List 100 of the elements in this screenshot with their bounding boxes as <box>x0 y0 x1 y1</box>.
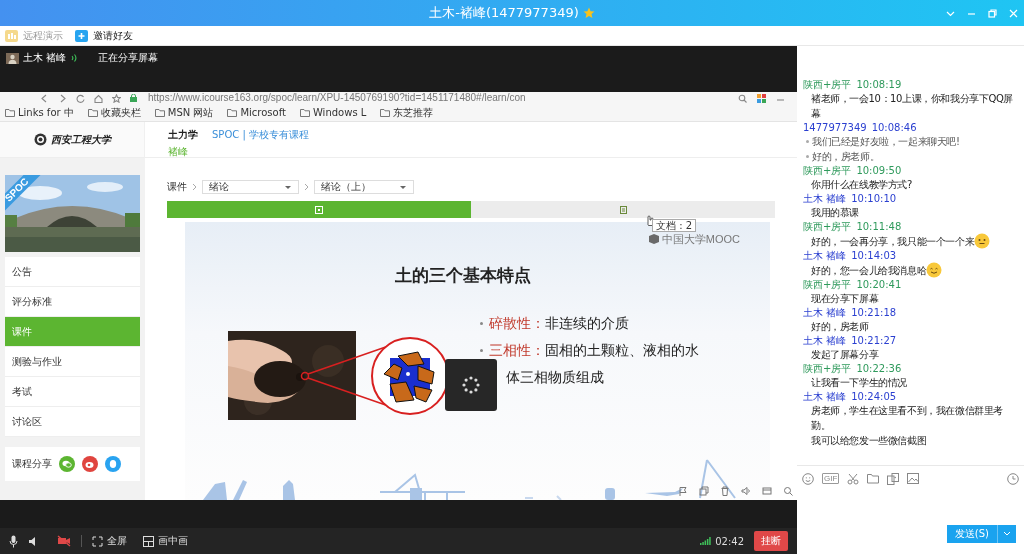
folder-icon[interactable] <box>867 473 880 484</box>
clock-icon[interactable] <box>1007 472 1019 485</box>
bullet-icon <box>480 322 483 325</box>
dot-icon <box>806 155 809 158</box>
message-time: 10:24:05 <box>851 390 897 403</box>
message-text: 发起了屏幕分享 <box>811 348 879 362</box>
dot-icon <box>806 140 809 143</box>
message-time: 10:21:27 <box>851 334 897 347</box>
qq-icon[interactable] <box>105 456 121 472</box>
document-icon <box>619 205 627 214</box>
sender-name: 陕西+房平 <box>803 164 852 177</box>
lock-icon <box>130 94 137 102</box>
caret-icon <box>1003 531 1011 537</box>
folder-icon <box>154 108 165 117</box>
sidebar-item[interactable]: 讨论区 <box>5 407 140 437</box>
mooc-brand: 中国大学MOOC <box>661 232 740 246</box>
sidebar-item[interactable]: 评分标准 <box>5 287 140 317</box>
bookmark[interactable]: Links for 中 <box>5 105 74 120</box>
gif-button[interactable]: GIF <box>822 473 840 484</box>
fullscreen-button[interactable]: 全屏 <box>92 534 127 548</box>
folder-icon <box>5 108 15 117</box>
breadcrumb-label: 课件 <box>167 180 187 194</box>
message-time: 10:11:48 <box>856 220 902 233</box>
message-text: 好的，一会再分享，我只能一个一个来 <box>811 234 975 249</box>
bookmark[interactable]: 收藏夹栏 <box>87 105 141 120</box>
call-duration: 02:42 <box>715 535 744 547</box>
refresh-icon[interactable] <box>76 93 85 103</box>
sender-name: 土木 褚峰 <box>803 390 847 403</box>
close-icon[interactable] <box>1008 7 1019 19</box>
chapter-dropdown[interactable]: 绪论 <box>202 180 299 194</box>
message-text: 褚老师，一会10：10上课，你和我分享下QQ屏幕 <box>811 92 1014 121</box>
bookmark[interactable]: Windows L <box>299 107 367 118</box>
search-icon[interactable] <box>783 486 793 497</box>
message-text: 我用的慕课 <box>811 206 859 220</box>
signal-icon <box>700 537 712 545</box>
message-text: 让我看一下学生的情况 <box>811 376 907 390</box>
restore-icon[interactable] <box>987 7 998 19</box>
plus-icon <box>75 29 88 42</box>
message-time: 10:09:50 <box>856 164 902 177</box>
sidebar-item[interactable]: 考试 <box>5 377 140 407</box>
bullet-text: 体三相物质组成 <box>506 368 604 387</box>
folder-icon <box>299 108 310 117</box>
mooc-logo-icon <box>648 234 659 244</box>
apps-icon[interactable] <box>757 93 766 103</box>
sender-name: 陕西+房平 <box>803 220 852 233</box>
emblem-icon <box>33 133 47 146</box>
course-type-link[interactable]: SPOC | 学校专有课程 <box>212 128 309 142</box>
bookmark[interactable]: Microsoft <box>227 107 286 118</box>
wechat-icon[interactable] <box>59 456 75 472</box>
sidebar-item[interactable]: 公告 <box>5 257 140 287</box>
chevron-right-icon <box>192 183 197 191</box>
picture-in-picture-button[interactable]: 画中画 <box>143 534 188 548</box>
message-time: 10:08:19 <box>856 78 902 91</box>
avatar-icon <box>6 52 19 64</box>
message-text: 房老师，学生在这里看不到，我在微信群里考勤。 <box>811 404 1004 433</box>
sender-name: 土木 褚峰 <box>803 306 847 319</box>
copy-icon[interactable] <box>699 486 709 497</box>
folder-icon <box>227 108 238 117</box>
weibo-icon[interactable] <box>82 456 98 472</box>
message-text: 好的，您一会儿给我消息哈 <box>811 263 927 278</box>
bookmark[interactable]: MSN 网站 <box>154 105 214 120</box>
flag-icon[interactable] <box>678 486 688 497</box>
chevron-right-icon <box>304 183 309 191</box>
sender-name: 土木 褚峰 <box>803 192 847 205</box>
caret-icon <box>399 184 407 190</box>
sender-name: 陕西+房平 <box>803 278 852 291</box>
bullet-text: 三相性：固相的土颗粒、液相的水 <box>489 341 699 360</box>
caret-icon <box>284 184 292 190</box>
trash-icon[interactable] <box>720 486 730 497</box>
home-icon[interactable] <box>94 93 103 103</box>
volume-icon[interactable] <box>741 486 751 497</box>
message-text: 现在分享下屏幕 <box>811 292 879 306</box>
sender-name: 陕西+房平 <box>803 362 852 375</box>
expand-icon <box>92 535 103 547</box>
forward-icon[interactable] <box>58 93 67 103</box>
url-text: https://www.icourse163.org/spoc/learn/XPU-1450769190?tid=1451171480#/learn/con <box>148 92 526 104</box>
search-icon[interactable] <box>738 93 747 103</box>
notice-text: 我们已经是好友啦，一起来聊天吧! <box>812 135 960 149</box>
sidebar-item[interactable]: 测验与作业 <box>5 347 140 377</box>
folder-icon <box>380 108 391 117</box>
scissors-icon[interactable] <box>847 472 860 485</box>
back-icon[interactable] <box>40 93 49 103</box>
teacher-name: 褚峰 <box>168 145 189 159</box>
star-outline-icon[interactable] <box>112 93 121 103</box>
spinner-icon <box>461 375 481 395</box>
bookmark[interactable]: 东芝推荐 <box>380 105 434 120</box>
image-icon[interactable] <box>907 473 920 484</box>
tooltip: 文档 : 2 <box>652 219 697 232</box>
toolbar-button[interactable]: 邀请好友 <box>75 28 133 43</box>
sender-name: 1477977349 <box>803 121 867 134</box>
hang-up-button[interactable]: 挂断 <box>754 531 788 551</box>
microphone-icon[interactable] <box>9 534 18 548</box>
section-dropdown[interactable]: 绪论（上） <box>314 180 414 194</box>
camera-icon[interactable] <box>57 535 71 547</box>
message-time: 10:20:41 <box>856 278 902 291</box>
message-time: 10:08:46 <box>871 121 917 134</box>
window-icon[interactable] <box>762 486 772 497</box>
user-name: 土木 褚峰 <box>23 51 67 65</box>
emoji-icon[interactable] <box>802 472 814 485</box>
pip-icon <box>143 535 154 547</box>
